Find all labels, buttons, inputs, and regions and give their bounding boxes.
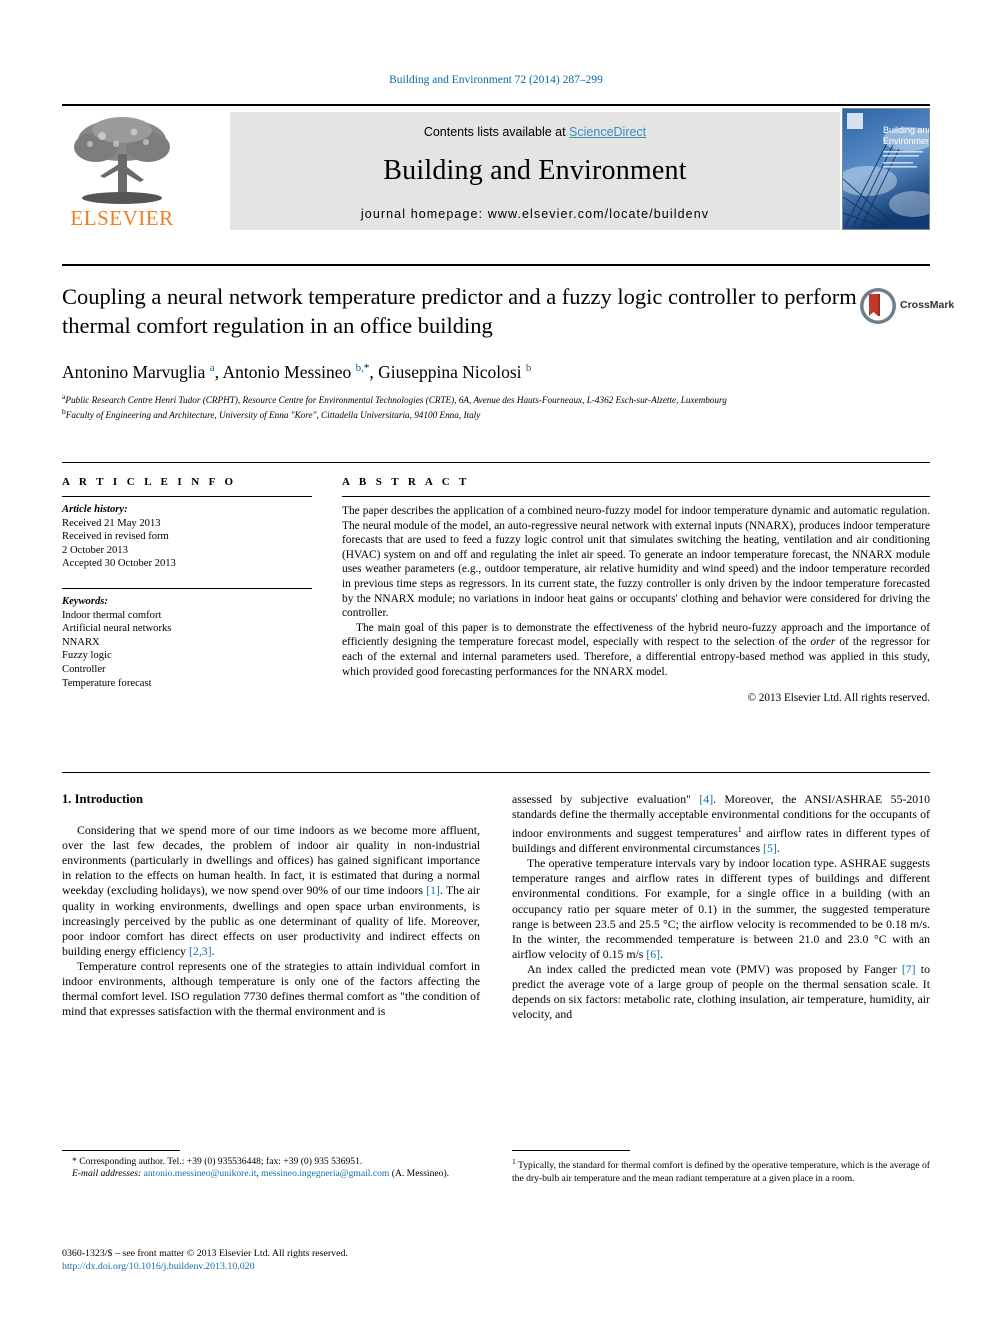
keyword-item: Indoor thermal comfort [62,609,162,621]
imprint-block: 0360-1323/$ – see front matter © 2013 El… [62,1247,532,1273]
contents-prefix: Contents lists available at [423,125,570,139]
keyword-item: Artificial neural networks [62,623,172,635]
journal-cover-thumbnail: Building and Environment [842,108,930,230]
footnote-block-right: 1 Typically, the standard for thermal co… [512,1150,930,1185]
abstract-copyright: © 2013 Elsevier Ltd. All rights reserved… [747,692,931,705]
article-history-label: Article history: [62,504,128,515]
body-paragraph: Temperature control represents one of th… [62,958,480,1019]
body-top-rule [62,772,930,773]
doi-link[interactable]: http://dx.doi.org/10.1016/j.buildenv.201… [62,1260,532,1273]
journal-masthead: ELSEVIER Contents lists available at Sci… [62,104,930,232]
abstract-paragraph: The main goal of this paper is to demons… [342,621,930,678]
body-column-left: 1. Introduction Considering that we spen… [62,792,480,1019]
journal-cover-image: Building and Environment [843,109,929,229]
keyword-item: Controller [62,663,106,675]
article-info-rule [62,496,312,497]
keyword-item: Temperature forecast [62,677,152,689]
footnote-1: 1 Typically, the standard for thermal co… [512,1157,930,1184]
elsevier-logo: ELSEVIER [62,112,182,232]
contents-available-line: Contents lists available at ScienceDirec… [230,125,840,139]
footnote-rule [62,1150,180,1151]
masthead-banner: Contents lists available at ScienceDirec… [230,112,840,230]
info-top-rule [62,462,930,463]
abstract-paragraph: The paper describes the application of a… [342,505,930,620]
body-column-right: assessed by subjective evaluation" [4]. … [512,792,930,1022]
affiliation-b: bFaculty of Engineering and Architecture… [62,407,481,421]
abstract-body: The paper describes the application of a… [342,504,930,706]
paper-page: Building and Environment 72 (2014) 287–2… [0,0,992,1323]
elsevier-wordmark: ELSEVIER [70,206,174,230]
affiliation-a-text: Public Research Centre Henri Tudor (CRPH… [65,395,727,406]
svg-text:Environment: Environment [883,136,929,146]
section-heading-introduction: 1. Introduction [62,792,143,806]
affiliation-a: aPublic Research Centre Henri Tudor (CRP… [62,392,727,406]
front-matter-line: 0360-1323/$ – see front matter © 2013 El… [62,1248,348,1259]
keyword-item: Fuzzy logic [62,650,112,662]
history-item: 2 October 2013 [62,544,128,556]
svg-text:Building and: Building and [883,125,929,135]
body-paragraph: An index called the predicted mean vote … [512,961,930,1022]
affiliations: aPublic Research Centre Henri Tudor (CRP… [62,391,862,422]
sciencedirect-link[interactable]: ScienceDirect [569,125,646,139]
footnote-block-left: * Corresponding author. Tel.: +39 (0) 93… [62,1150,480,1181]
crossmark-label: CrossMark [900,299,955,311]
affiliation-b-text: Faculty of Engineering and Architecture,… [65,410,481,421]
keywords-block: Keywords: Indoor thermal comfort Artific… [62,595,312,690]
email-addresses-note[interactable]: E-mail addresses: antonio.messineo@uniko… [62,1168,480,1180]
keywords-rule [62,587,312,589]
body-paragraph: assessed by subjective evaluation" [4]. … [512,792,930,856]
journal-homepage-line[interactable]: journal homepage: www.elsevier.com/locat… [230,207,840,221]
journal-title: Building and Environment [383,155,687,186]
article-info-column: A R T I C L E I N F O Article history: R… [62,476,312,690]
history-item: Received in revised form [62,531,169,543]
crossmark-icon [860,288,896,324]
elsevier-tree-icon [74,117,170,204]
history-item: Accepted 30 October 2013 [62,558,176,570]
body-paragraph: The operative temperature intervals vary… [512,856,930,961]
keyword-item: NNARX [62,636,100,648]
abstract-rule [342,496,930,497]
title-top-rule [62,264,930,266]
title-block: Coupling a neural network temperature pr… [62,282,862,340]
article-history: Article history: Received 21 May 2013 Re… [62,503,312,571]
history-item: Received 21 May 2013 [62,517,161,529]
author-list: Antonino Marvuglia a, Antonio Messineo b… [62,362,532,382]
keywords-label: Keywords: [62,595,108,607]
abstract-heading: A B S T R A C T [342,476,470,488]
article-info-heading: A R T I C L E I N F O [62,476,237,488]
corresponding-author-note: * Corresponding author. Tel.: +39 (0) 93… [72,1156,363,1167]
body-paragraph: Considering that we spend more of our ti… [62,823,480,958]
footnote-rule [512,1150,630,1151]
running-head: Building and Environment 72 (2014) 287–2… [389,74,603,86]
crossmark-badge[interactable]: CrossMark [858,286,954,330]
page-title: Coupling a neural network temperature pr… [62,284,857,338]
abstract-column: A B S T R A C T The paper describes the … [342,476,930,706]
